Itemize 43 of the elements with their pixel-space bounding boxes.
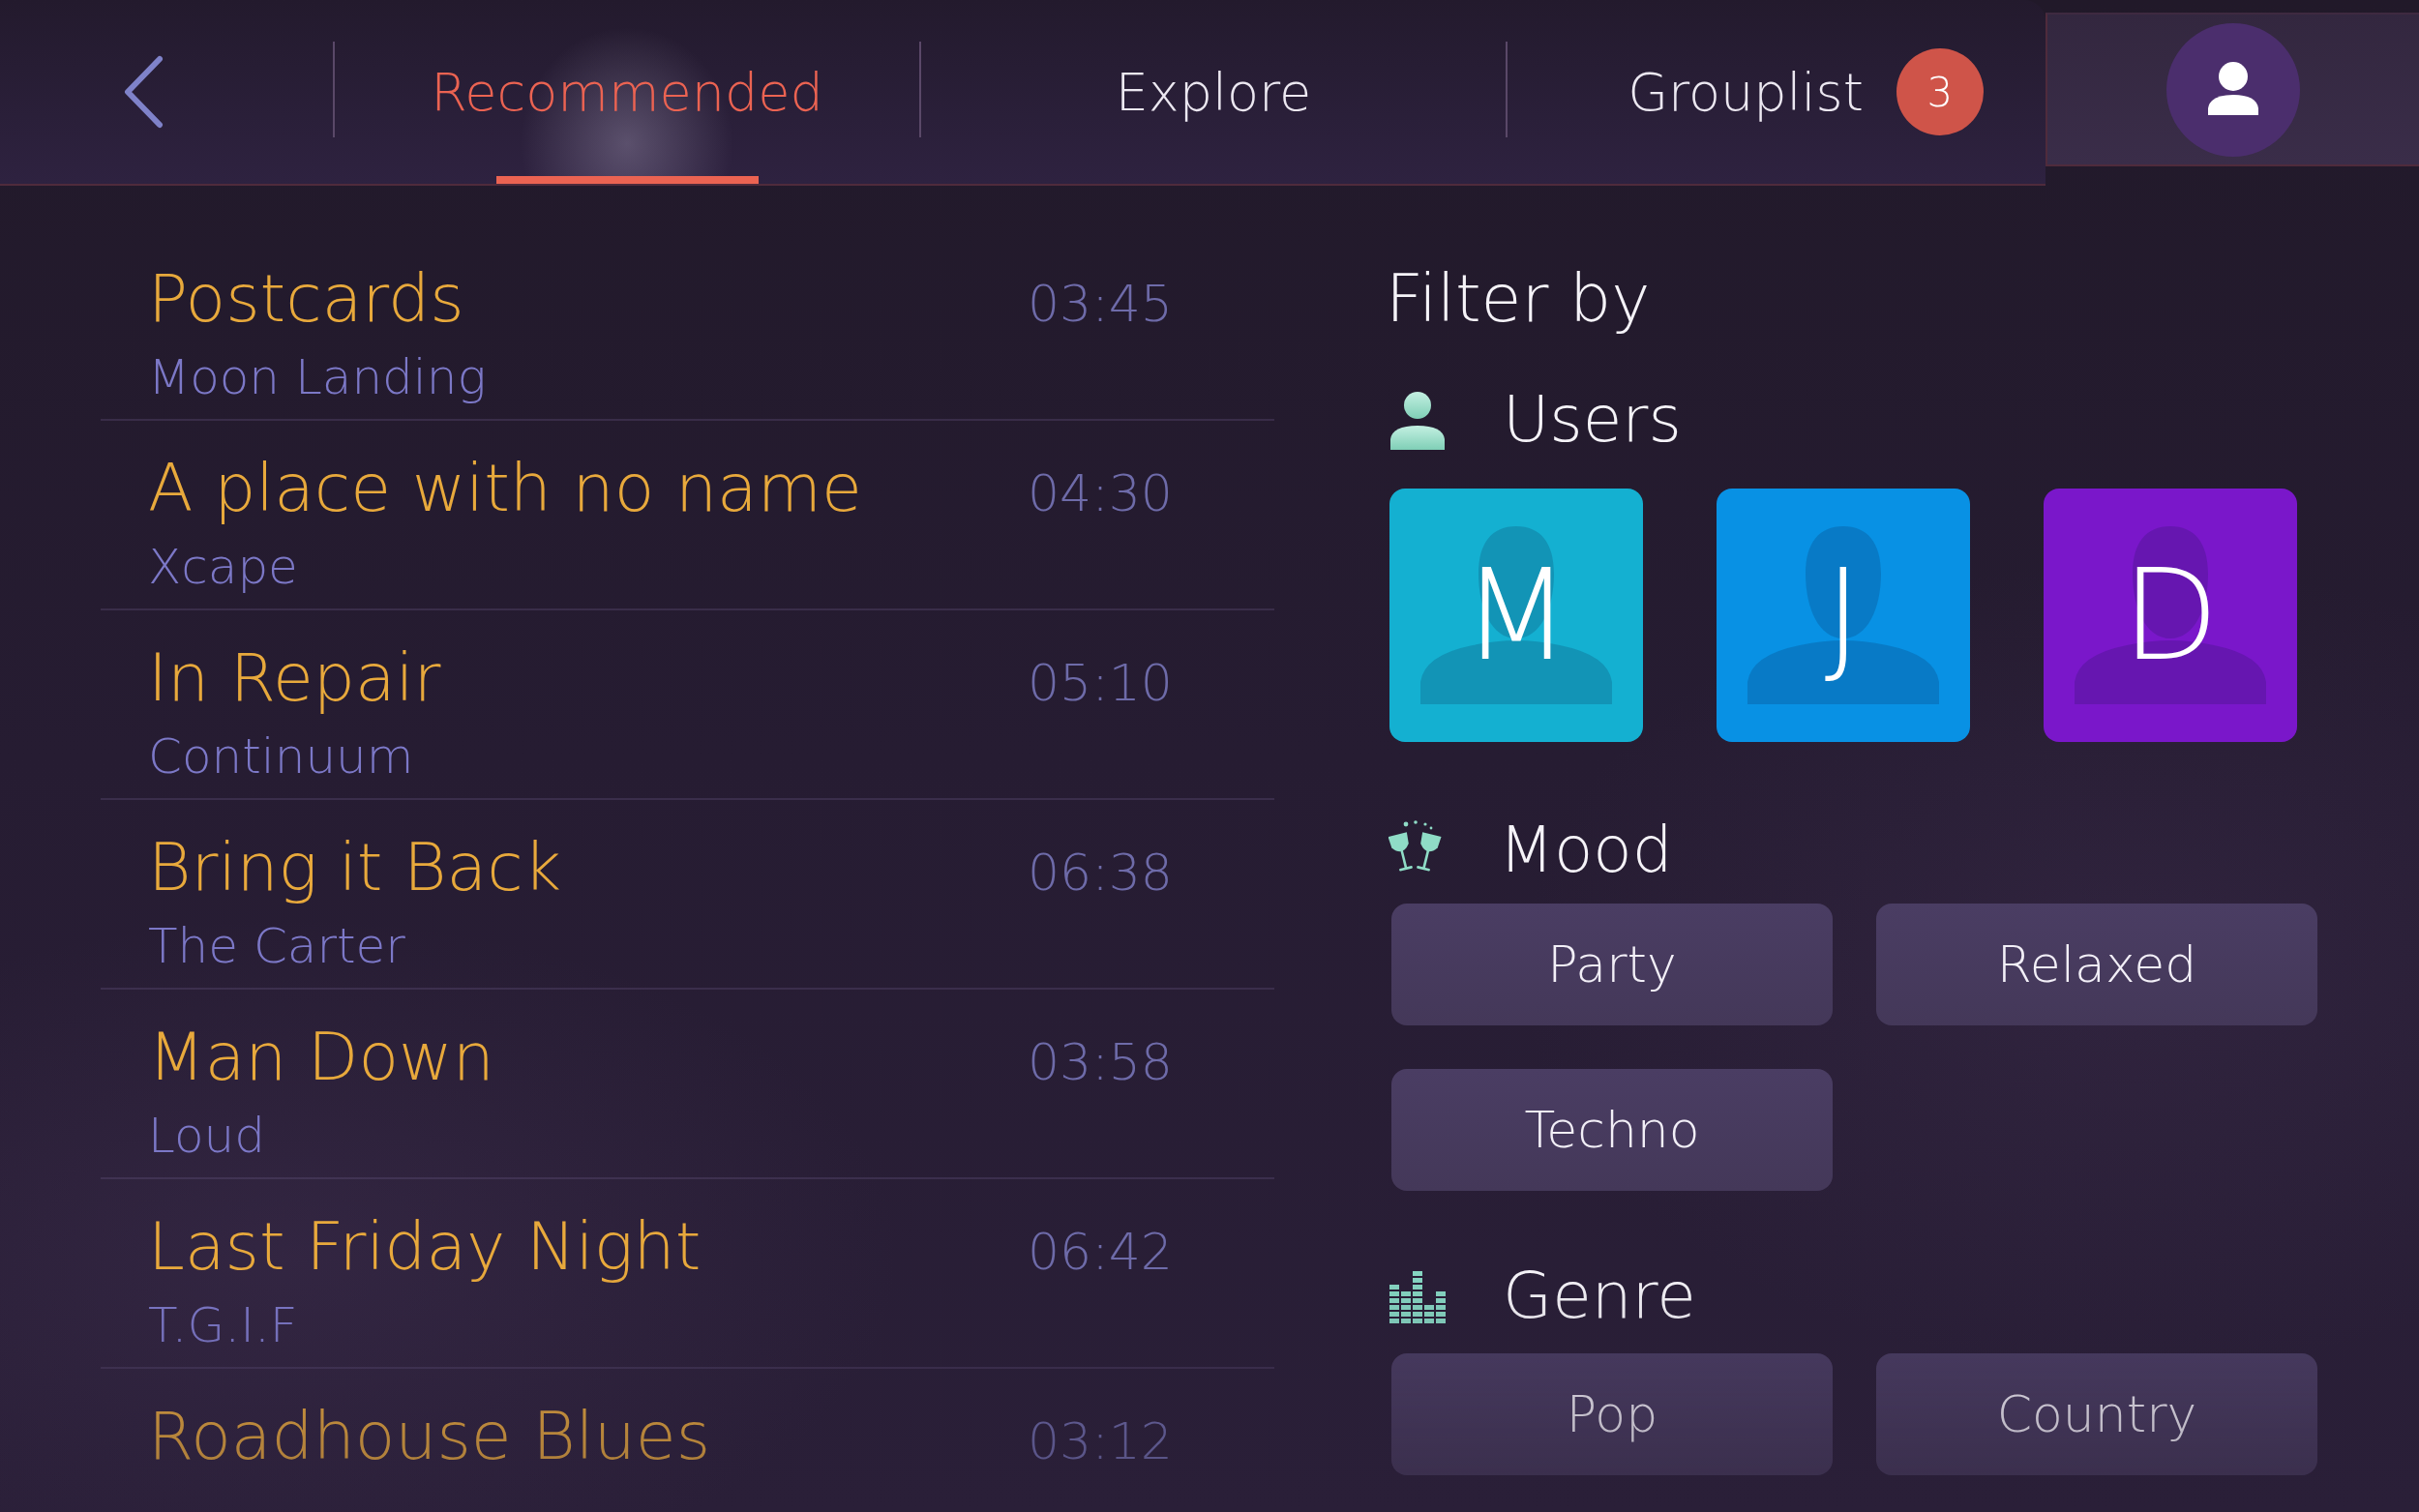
person-silhouette-icon [2075, 526, 2266, 704]
section-heading: Users [1503, 383, 1682, 457]
count-badge: 3 [1896, 48, 1984, 135]
user-tile[interactable]: J [1717, 489, 1970, 742]
user-tile[interactable]: M [1389, 489, 1643, 742]
track-title: Last Friday Night [148, 1208, 702, 1286]
person-silhouette-icon [1747, 526, 1939, 704]
track-title: Postcards [148, 260, 464, 338]
track-artist: The Carter [148, 917, 405, 975]
track-duration: 05:10 [1028, 653, 1173, 714]
track-title: A place with no name [148, 450, 862, 527]
track-artist: Continuum [148, 727, 414, 786]
filter-option-button[interactable]: Country [1876, 1353, 2317, 1475]
filter-title: Filter by [1386, 260, 1651, 338]
equalizer-icon [1389, 1269, 1447, 1323]
track-artist: Xcape [148, 538, 298, 596]
user-avatar-icon[interactable] [2166, 22, 2300, 157]
track-duration: 03:58 [1028, 1032, 1173, 1093]
user-tile[interactable]: D [2044, 489, 2297, 742]
filter-option-button[interactable]: Party [1391, 904, 1833, 1025]
tab[interactable]: Explore [921, 0, 1506, 184]
track-duration: 06:42 [1028, 1222, 1173, 1283]
filter-option-button[interactable]: Techno [1391, 1069, 1833, 1191]
track-duration: 04:30 [1028, 463, 1173, 524]
section-heading: Genre [1503, 1260, 1696, 1333]
track-duration: 06:38 [1028, 843, 1173, 904]
section-heading: Mood [1499, 814, 1673, 887]
chevron-left-icon [122, 55, 164, 129]
filter-option-button[interactable]: Relaxed [1876, 904, 2317, 1025]
track-artist: Loud [148, 1107, 265, 1165]
filter-option-button[interactable]: Pop [1391, 1353, 1833, 1475]
track-duration: 03:45 [1028, 274, 1173, 335]
track-title: Bring it Back [148, 829, 562, 906]
track-artist: Moon Landing [148, 348, 487, 406]
back-button[interactable] [122, 55, 164, 129]
track-artist: T.G.I.F [148, 1296, 298, 1354]
person-icon [1389, 390, 1447, 450]
track-title: Man Down [148, 1019, 494, 1096]
track-duration: 03:12 [1028, 1411, 1173, 1472]
track-title: In Repair [148, 639, 441, 717]
track-title: Roadhouse Blues [148, 1398, 711, 1475]
person-silhouette-icon [1420, 526, 1612, 704]
tab[interactable]: Grouplist 3 [1508, 0, 2046, 184]
